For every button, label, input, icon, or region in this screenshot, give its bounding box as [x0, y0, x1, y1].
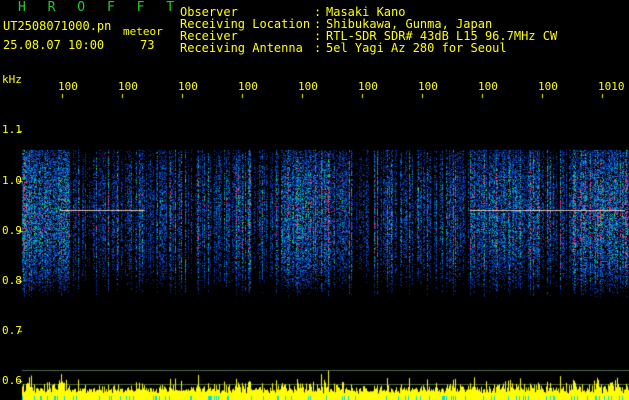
file-name: UT2508071000.pn [3, 19, 112, 33]
x-tick-label: 100 [178, 80, 198, 93]
x-tick-label: 100 [418, 80, 438, 93]
meteor-count: 73 [140, 38, 155, 52]
x-tick-label: 100 [58, 80, 78, 93]
x-tick-label: 100 [538, 80, 558, 93]
x-tick-label: 100 [478, 80, 498, 93]
y-tick-label: 0.7 [2, 324, 22, 337]
app-title: H R O F F T [18, 0, 182, 15]
x-tick-label: 100 [358, 80, 378, 93]
y-tick-label: 0.8 [2, 274, 22, 287]
info-colon: : [314, 41, 322, 55]
info-value-antenna: 5el Yagi Az 280 for Seoul [326, 41, 507, 55]
y-tick-label: 0.6 [2, 374, 22, 387]
date-time: 25.08.07 10:00 [3, 38, 105, 52]
mode-label: meteor [123, 25, 163, 38]
x-tick-label: 100 [298, 80, 318, 93]
x-tick-label: 100 [238, 80, 258, 93]
x-tick-label: 100 [118, 80, 138, 93]
spectrogram-canvas [0, 0, 629, 400]
y-tick-label: 0.9 [2, 224, 22, 237]
y-tick-label: 1.1 [2, 123, 22, 136]
info-label-antenna: Receiving Antenna [180, 41, 303, 55]
y-axis-unit: kHz [2, 73, 22, 86]
y-tick-label: 1.0 [2, 174, 22, 187]
x-tick-label: 1010 [598, 80, 625, 93]
